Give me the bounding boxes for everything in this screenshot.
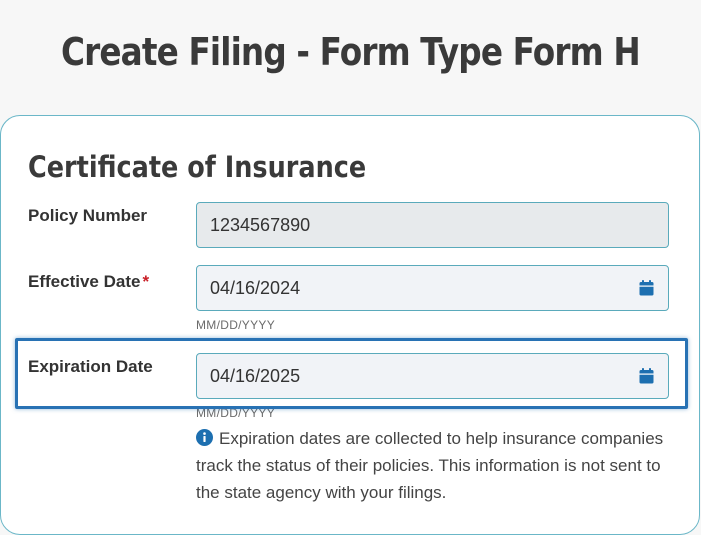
page-title: Create Filing - Form Type Form H xyxy=(60,30,641,74)
policy-number-label-text: Policy Number xyxy=(28,206,148,225)
policy-number-label: Policy Number xyxy=(28,206,147,226)
calendar-icon[interactable] xyxy=(639,280,654,296)
effective-date-label: Effective Date * xyxy=(28,272,149,292)
expiration-date-field[interactable]: 04/16/2025 xyxy=(196,353,669,399)
effective-date-hint: MM/DD/YYYY xyxy=(196,318,276,332)
policy-number-field[interactable]: 1234567890 xyxy=(196,202,669,248)
calendar-icon[interactable] xyxy=(639,368,654,384)
effective-date-value: 04/16/2024 xyxy=(210,278,301,298)
section-title: Certificate of Insurance xyxy=(28,150,367,184)
expiration-date-label-text: Expiration Date xyxy=(28,357,153,376)
required-marker: * xyxy=(142,272,150,291)
expiration-date-value: 04/16/2025 xyxy=(210,366,301,386)
info-text: Expiration dates are collected to help i… xyxy=(196,429,664,502)
info-circle-icon xyxy=(196,429,213,446)
effective-date-field[interactable]: 04/16/2024 xyxy=(196,265,669,311)
effective-date-label-text: Effective Date xyxy=(28,272,141,291)
expiration-date-hint: MM/DD/YYYY xyxy=(196,406,276,420)
policy-number-value: 1234567890 xyxy=(210,215,311,235)
expiration-date-label: Expiration Date xyxy=(28,357,153,377)
expiration-date-info: Expiration dates are collected to help i… xyxy=(196,425,676,506)
